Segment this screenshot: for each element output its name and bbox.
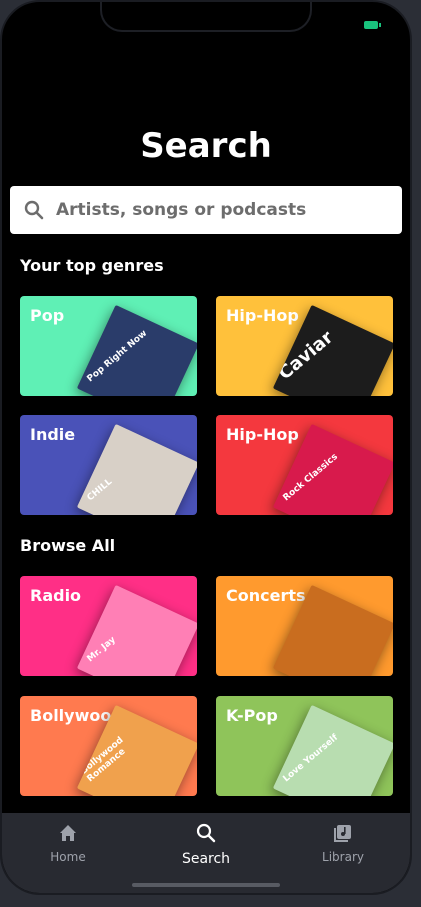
nav-library-label: Library xyxy=(322,850,364,864)
phone-screen: Search Your top genres Pop Pop Right Now… xyxy=(0,0,412,895)
device-notch xyxy=(100,2,312,32)
card-label: Hip-Hop xyxy=(226,425,299,444)
browse-card-radio[interactable]: Radio Mr. Jay xyxy=(20,576,197,676)
section-title-top-genres: Your top genres xyxy=(20,256,164,275)
nav-search-label: Search xyxy=(181,851,231,867)
genre-card-hip-hop[interactable]: Hip-Hop Caviar xyxy=(216,296,393,396)
cover-art-title: CHILL xyxy=(85,476,115,504)
card-cover-art: Love Yourself xyxy=(272,704,393,796)
section-title-browse-all: Browse All xyxy=(20,536,116,555)
home-icon xyxy=(60,825,76,841)
browse-card-bollywood[interactable]: Bollywood Bollywood Romance xyxy=(20,696,197,796)
genre-card-pop[interactable]: Pop Pop Right Now xyxy=(20,296,197,396)
card-label: Pop xyxy=(30,306,65,325)
card-label: K-Pop xyxy=(226,706,278,725)
search-icon xyxy=(196,823,216,843)
cover-art-title: Rock Classics xyxy=(281,451,340,504)
genre-card-indie[interactable]: Indie CHILL xyxy=(20,415,197,515)
browse-card-k-pop[interactable]: K-Pop Love Yourself xyxy=(216,696,393,796)
card-cover-art: Pop Right Now xyxy=(76,304,197,396)
search-icon xyxy=(24,200,44,220)
battery-icon xyxy=(364,21,381,29)
home-indicator[interactable] xyxy=(132,883,280,887)
nav-search[interactable]: Search xyxy=(156,823,256,867)
card-cover-art: CHILL xyxy=(76,423,197,515)
nav-library[interactable]: Library xyxy=(293,823,393,864)
card-cover-art: Mr. Jay xyxy=(76,584,197,676)
card-label: Hip-Hop xyxy=(226,306,299,325)
cover-art-title: Love Yourself xyxy=(281,732,341,785)
page-title: Search xyxy=(140,126,272,166)
cover-art-title: Caviar xyxy=(274,326,338,385)
card-label: Indie xyxy=(30,425,76,444)
genre-card-hip-hop-red[interactable]: Hip-Hop Rock Classics xyxy=(216,415,393,515)
card-label: Radio xyxy=(30,586,82,605)
cover-art-title: Pop Right Now xyxy=(85,328,150,385)
browse-card-concerts[interactable]: Concerts xyxy=(216,576,393,676)
search-bar[interactable] xyxy=(10,186,402,234)
search-input[interactable] xyxy=(56,200,376,220)
library-icon xyxy=(334,825,351,842)
nav-home[interactable]: Home xyxy=(18,823,118,864)
cover-art-title: Mr. Jay xyxy=(85,634,118,665)
cover-art-title: Bollywood Romance xyxy=(79,735,128,785)
card-label: Concerts xyxy=(226,586,306,605)
nav-home-label: Home xyxy=(50,850,86,864)
